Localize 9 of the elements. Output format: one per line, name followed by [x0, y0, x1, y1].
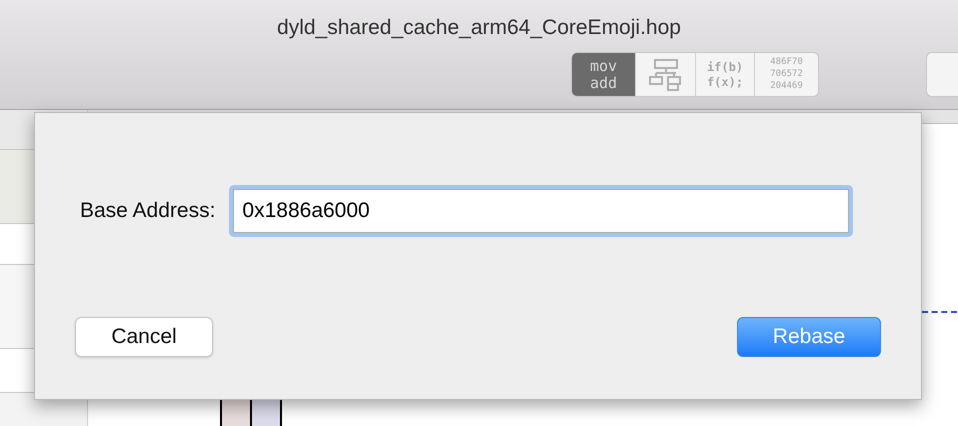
- graph-node[interactable]: [250, 398, 282, 426]
- hex-view-button[interactable]: 486F70 706572 204469: [754, 53, 818, 96]
- rebase-button[interactable]: Rebase: [737, 317, 881, 357]
- code-view-button[interactable]: mov add: [572, 53, 635, 96]
- base-address-field[interactable]: 0x1886a6000: [229, 185, 854, 237]
- flowchart-icon: [648, 58, 682, 92]
- cancel-button[interactable]: Cancel: [75, 317, 213, 357]
- field-label: Base Address:: [80, 198, 216, 224]
- window-title: dyld_shared_cache_arm64_CoreEmoji.hop: [276, 15, 682, 41]
